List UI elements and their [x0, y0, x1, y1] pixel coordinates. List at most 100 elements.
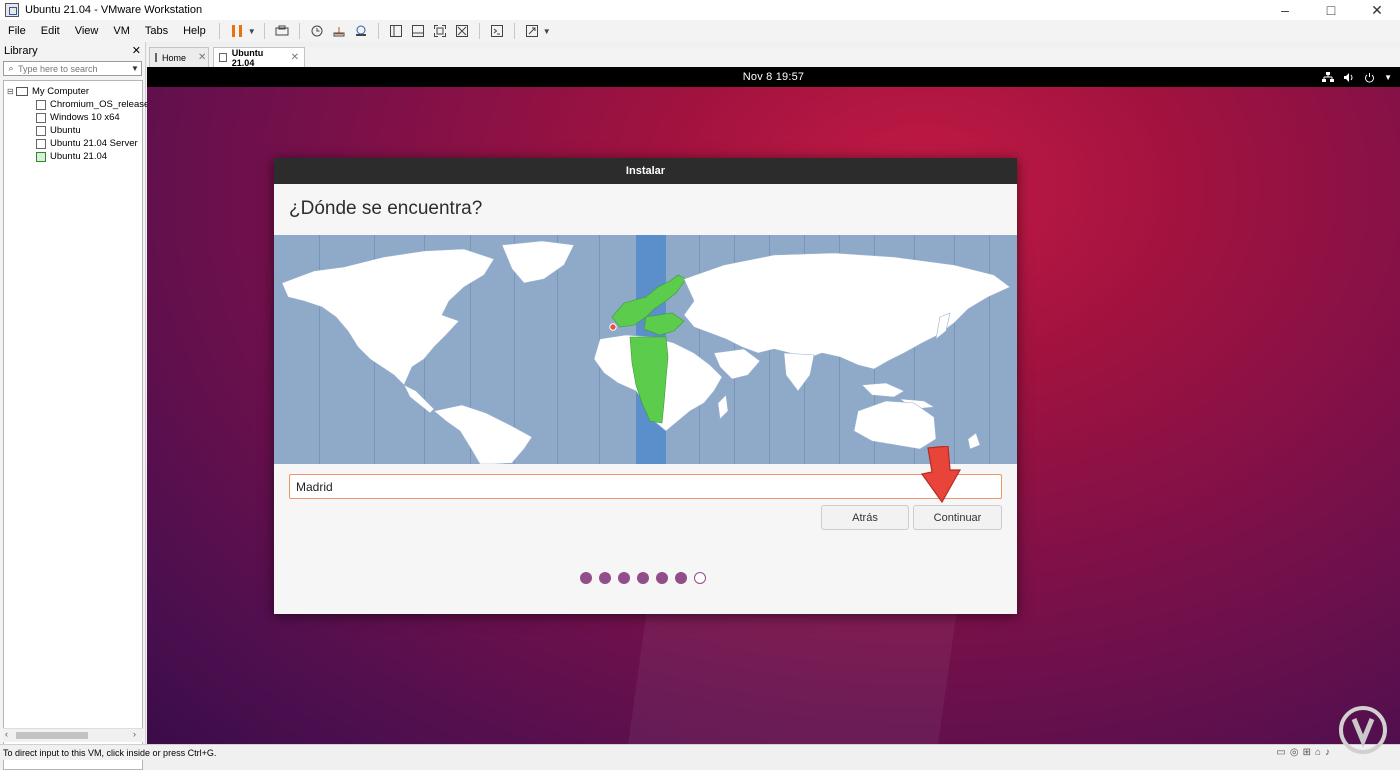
tree-item-vm[interactable]: Ubuntu [36, 124, 81, 137]
toolbar-separator [478, 23, 480, 39]
search-icon: ⌕ [8, 63, 14, 73]
continue-button[interactable]: Continuar [913, 505, 1002, 530]
collapse-icon[interactable]: ⊟ [7, 87, 16, 96]
installer-dialog: Instalar ¿Dónde se encuentra? Madrid Atr… [274, 158, 1017, 614]
back-button[interactable]: Atrás [821, 505, 909, 530]
stretch-dropdown-icon[interactable]: ▼ [543, 27, 553, 36]
revert-snapshot-button[interactable] [328, 22, 350, 40]
tree-item-vm-selected[interactable]: Ubuntu 21.04 [36, 150, 107, 163]
timezone-map[interactable] [274, 235, 1017, 464]
scroll-left-icon[interactable]: ‹ [5, 729, 8, 739]
gnome-clock[interactable]: Nov 8 19:57 [743, 71, 805, 83]
scrollbar-thumb[interactable] [16, 732, 88, 739]
system-tray[interactable]: ▼ [1322, 67, 1392, 87]
usb-icon[interactable]: ⌂ [1315, 747, 1321, 758]
tree-label: Ubuntu 21.04 Server [50, 138, 138, 149]
library-panel: Library ✕ ⌕ Type here to search ▼ ⊟ My C… [0, 42, 155, 770]
menu-edit[interactable]: Edit [33, 25, 67, 37]
vmware-app-icon [5, 3, 19, 17]
tab-label: Home [162, 52, 187, 63]
menu-view[interactable]: View [67, 25, 106, 37]
gnome-top-bar: Nov 8 19:57 ▼ [147, 67, 1400, 87]
search-placeholder: Type here to search [18, 63, 98, 74]
library-horizontal-scrollbar[interactable]: ‹ › [3, 728, 143, 742]
vm-icon [36, 125, 46, 136]
tree-label: Ubuntu [50, 125, 81, 136]
progress-dot-complete [599, 572, 611, 584]
full-screen-button[interactable] [429, 22, 451, 40]
vm-icon [36, 112, 46, 123]
vm-display[interactable]: Nov 8 19:57 ▼ Instalar ¿Dónde se encuent… [147, 67, 1400, 744]
thumbnail-bar-button[interactable] [407, 22, 429, 40]
menu-bar: File Edit View VM Tabs Help ▼ ▼ [0, 20, 1400, 42]
window-title: Ubuntu 21.04 - VMware Workstation [25, 4, 203, 16]
tab-home[interactable]: Home ✕ [149, 47, 209, 67]
toolbar-separator [377, 23, 379, 39]
toolbar-separator [263, 23, 265, 39]
location-input[interactable]: Madrid [289, 474, 1002, 499]
progress-dot-complete [637, 572, 649, 584]
tree-label: Ubuntu 21.04 [50, 151, 108, 162]
close-tab-icon[interactable]: ✕ [198, 52, 206, 63]
progress-dot-complete [675, 572, 687, 584]
tab-ubuntu[interactable]: Ubuntu 21.04 ✕ [213, 47, 305, 68]
maximize-button[interactable]: □ [1308, 0, 1354, 20]
progress-dot-current [694, 572, 706, 584]
terminal-icon [490, 25, 503, 37]
tab-label: Ubuntu 21.04 [231, 47, 264, 68]
chevron-down-icon: ▼ [1384, 72, 1392, 82]
send-ctrl-alt-del-button[interactable] [271, 22, 293, 40]
vm-icon [36, 99, 46, 110]
progress-dot-complete [656, 572, 668, 584]
tree-root-my-computer[interactable]: ⊟ My Computer [7, 85, 89, 98]
tree-label: My Computer [32, 86, 90, 97]
running-vm-icon [36, 151, 46, 162]
tree-label: Chromium_OS_release-I [50, 99, 156, 110]
status-text: To direct input to this VM, click inside… [3, 747, 217, 758]
pause-icon [231, 25, 242, 37]
volume-icon [1344, 72, 1353, 82]
menu-help[interactable]: Help [175, 25, 213, 37]
library-title: Library [4, 44, 38, 57]
menu-file[interactable]: File [0, 25, 33, 37]
network-icon [1322, 71, 1335, 82]
toolbar-separator [218, 23, 220, 39]
world-map-graphic [281, 240, 1011, 464]
cd-icon[interactable]: ◎ [1290, 747, 1299, 758]
menu-tabs[interactable]: Tabs [137, 25, 175, 37]
scroll-right-icon[interactable]: › [133, 729, 136, 739]
chevron-down-icon[interactable]: ▼ [129, 64, 141, 73]
sound-icon[interactable]: ♪ [1325, 747, 1330, 758]
vm-tab-icon [219, 53, 227, 62]
tree-label: Windows 10 x64 [50, 112, 120, 123]
device-status-icons[interactable]: ▭ ◎ ⊞ ⌂ ♪ [1276, 747, 1330, 758]
clock-icon [311, 25, 323, 37]
take-snapshot-button[interactable] [306, 22, 328, 40]
library-search-input[interactable]: ⌕ Type here to search ▼ [3, 61, 142, 76]
close-library-icon[interactable]: ✕ [132, 44, 141, 57]
power-dropdown-icon[interactable]: ▼ [248, 27, 258, 36]
unity-mode-button[interactable] [451, 22, 473, 40]
snapshot-manager-button[interactable] [350, 22, 372, 40]
show-library-button[interactable] [385, 22, 407, 40]
close-tab-icon[interactable]: ✕ [291, 52, 299, 63]
progress-dot-complete [580, 572, 592, 584]
menu-vm[interactable]: VM [105, 25, 137, 37]
tree-item-vm[interactable]: Ubuntu 21.04 Server [36, 137, 138, 150]
console-view-button[interactable] [486, 22, 508, 40]
stretch-guest-button[interactable] [521, 22, 543, 40]
tree-item-vm[interactable]: Chromium_OS_release-I [36, 98, 155, 111]
toolbar-separator [513, 23, 515, 39]
hdd-icon[interactable]: ▭ [1276, 747, 1285, 758]
progress-dots [580, 572, 706, 584]
minimize-button[interactable]: – [1262, 0, 1308, 20]
pause-vm-button[interactable] [226, 22, 248, 40]
fullscreen-icon [433, 25, 446, 37]
tree-item-vm[interactable]: Windows 10 x64 [36, 111, 120, 124]
sidebar-icon [389, 25, 402, 37]
status-bar: To direct input to this VM, click inside… [0, 744, 1400, 760]
watermark-logo [1339, 706, 1387, 754]
close-window-button[interactable]: ✕ [1354, 0, 1400, 20]
network-adapter-icon[interactable]: ⊞ [1303, 747, 1311, 758]
power-icon [1365, 72, 1375, 83]
